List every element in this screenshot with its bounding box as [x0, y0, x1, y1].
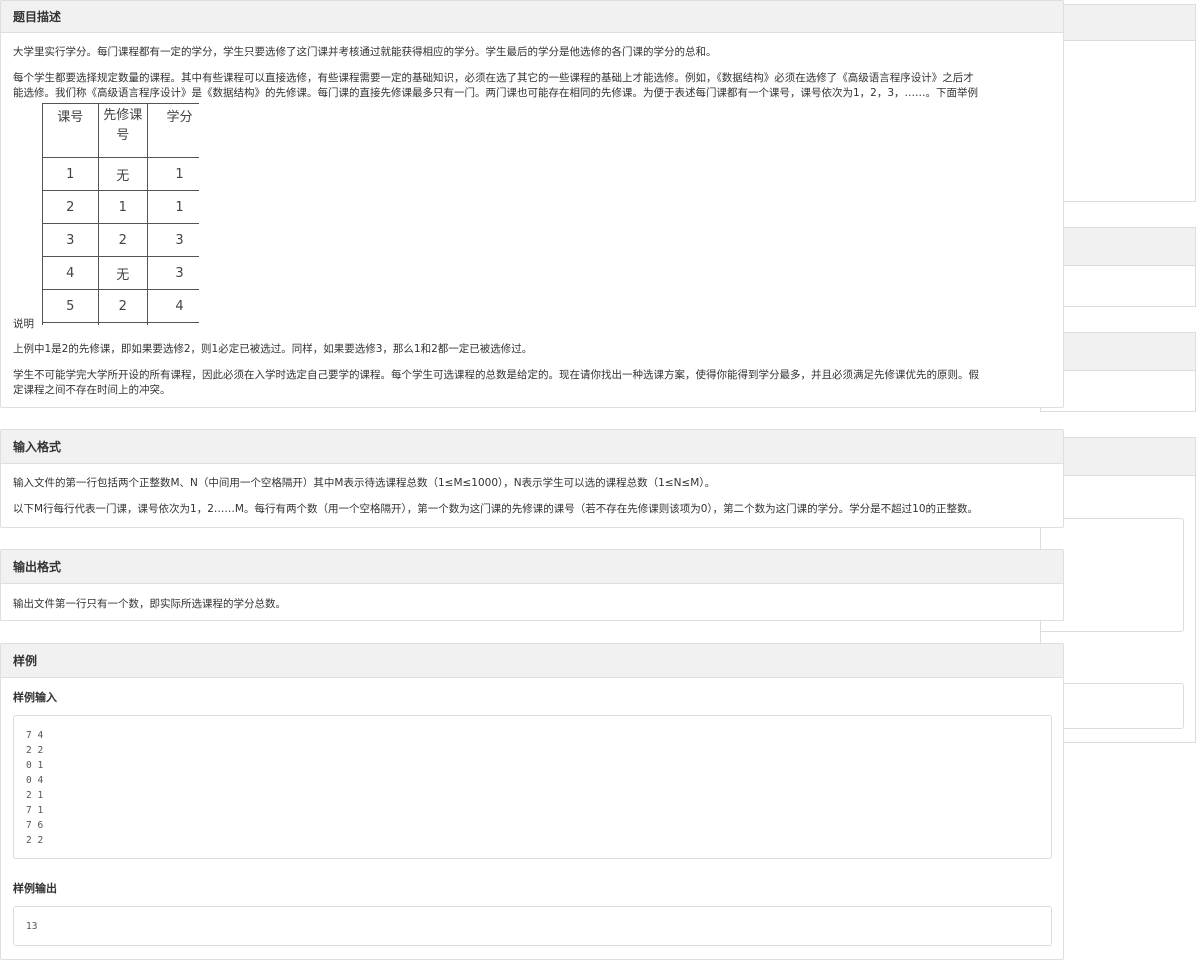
output-format-title: 输出格式 — [1, 550, 1063, 584]
table-header-cell: 先修课号 — [97, 103, 148, 158]
sample-panel: 样例 样例输入 7 4 2 2 0 1 0 4 2 1 7 1 7 6 2 2 … — [0, 643, 1064, 960]
sample-title: 样例 — [1, 644, 1063, 678]
description-paragraph-2-line-2: 能选修。我们称《高级语言程序设计》是《数据结构》的先修课。每门课的直接先修课最多… — [13, 87, 979, 99]
output-format-paragraph: 输出文件第一行只有一个数，即实际所选课程的学分总数。 — [13, 598, 286, 610]
table-cell: 3 — [146, 223, 199, 257]
input-format-paragraph-1: 输入文件的第一行包括两个正整数M、N（中间用一个空格隔开）其中M表示待选课程总数… — [13, 477, 716, 489]
explanation-label: 说明 — [13, 318, 34, 330]
table-header-cell: 学分 — [146, 103, 199, 158]
table-cell: 3 — [146, 256, 199, 290]
table-header-cell: 课号 — [42, 103, 99, 158]
output-format-panel: 输出格式 输出文件第一行只有一个数，即实际所选课程的学分总数。 — [0, 549, 1064, 621]
input-format-panel: 输入格式 输入文件的第一行包括两个正整数M、N（中间用一个空格隔开）其中M表示待… — [0, 429, 1064, 528]
table-cell: 2 — [97, 223, 148, 257]
input-format-title: 输入格式 — [1, 430, 1063, 464]
sample-output-label: 样例输出 — [13, 882, 57, 895]
table-cell: 无 — [97, 256, 148, 290]
description-paragraph-2-line-1: 每个学生都要选择规定数量的课程。其中有些课程可以直接选修，有些课程需要一定的基础… — [13, 72, 974, 84]
description-paragraph-4-line-2: 定课程之间不存在时间上的冲突。 — [13, 384, 171, 396]
description-paragraph-1: 大学里实行学分。每门课程都有一定的学分，学生只要选修了这门课并考核通过就能获得相… — [13, 46, 717, 58]
table-cell: 4 — [146, 289, 199, 323]
sample-input-label: 样例输入 — [13, 691, 57, 704]
sample-input-code: 7 4 2 2 0 1 0 4 2 1 7 1 7 6 2 2 — [26, 730, 44, 846]
table-cell: 1 — [146, 190, 199, 224]
description-paragraph-4-line-1: 学生不可能学完大学所开设的所有课程，因此必须在入学时选定自己要学的课程。每个学生… — [13, 369, 979, 381]
table-cell: 4 — [42, 256, 99, 290]
table-cell: 3 — [42, 223, 99, 257]
course-table: 课号 先修课号 学分 1 无 1 2 1 1 3 2 3 4 无 3 5 2 4 — [42, 103, 199, 325]
sample-input-box[interactable]: 7 4 2 2 0 1 0 4 2 1 7 1 7 6 2 2 — [13, 715, 1052, 859]
table-cell: 1 — [42, 157, 99, 191]
sample-output-code: 13 — [26, 921, 38, 932]
description-title: 题目描述 — [1, 1, 1063, 33]
table-cell: 无 — [97, 157, 148, 191]
table-cell: 5 — [42, 289, 99, 323]
table-cell: 1 — [97, 190, 148, 224]
input-format-paragraph-2: 以下M行每行代表一门课，课号依次为1，2……M。每行有两个数（用一个空格隔开），… — [13, 503, 979, 515]
table-cell: 1 — [146, 157, 199, 191]
description-panel: 题目描述 大学里实行学分。每门课程都有一定的学分，学生只要选修了这门课并考核通过… — [0, 0, 1064, 408]
table-cell: 2 — [42, 190, 99, 224]
table-cell: 2 — [97, 289, 148, 323]
sample-output-box[interactable]: 13 — [13, 906, 1052, 946]
description-paragraph-3: 上例中1是2的先修课，即如果要选修2，则1必定已被选过。同样，如果要选修3，那么… — [13, 343, 533, 355]
course-table-image: 课号 先修课号 学分 1 无 1 2 1 1 3 2 3 4 无 3 5 2 4 — [42, 103, 199, 325]
